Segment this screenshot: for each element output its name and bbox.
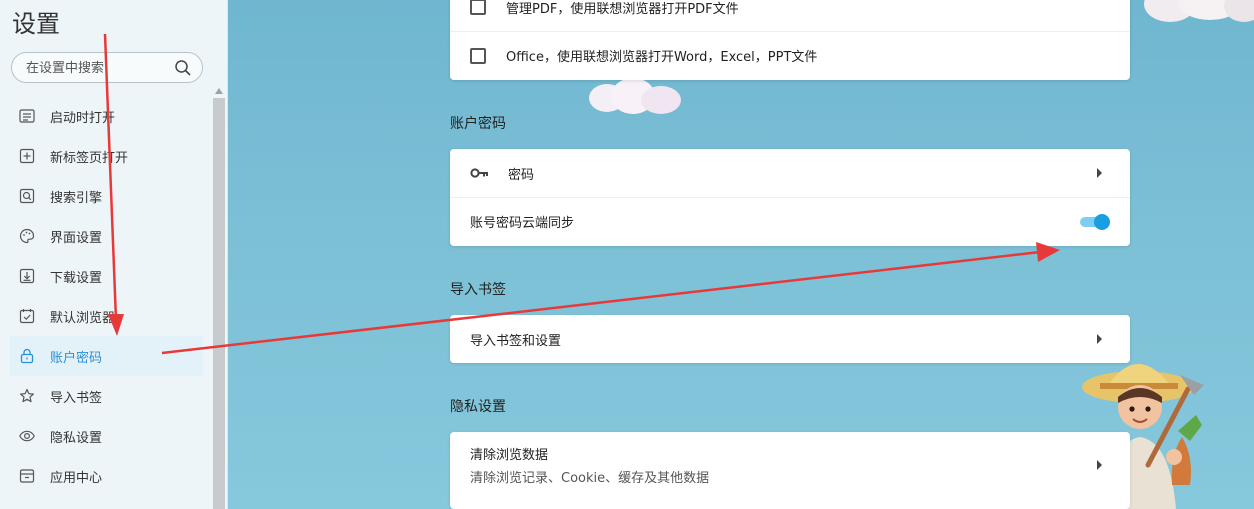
sidebar-item-new-tab[interactable]: 新标签页打开: [0, 136, 212, 176]
chevron-right-icon: [1097, 168, 1102, 178]
privacy-section-title: 隐私设置: [450, 399, 506, 415]
sidebar-item-label: 搜索引擎: [50, 190, 103, 206]
clear-data-description: 清除浏览记录、Cookie、缓存及其他数据: [470, 471, 710, 486]
sidebar-item-app-center[interactable]: 应用中心: [0, 456, 212, 496]
pdf-office-card: 管理PDF，使用联想浏览器打开PDF文件 Office，使用联想浏览器打开Wor…: [450, 0, 1130, 80]
star-icon: [19, 388, 34, 403]
key-icon: [470, 168, 488, 178]
bookmarks-section-title: 导入书签: [450, 282, 506, 298]
lock-icon: [20, 348, 34, 364]
settings-sidebar: 设置 启动时打开 新标签页打开: [0, 0, 228, 509]
bookmarks-card: 导入书签和设置: [450, 315, 1130, 363]
pdf-option-row[interactable]: 管理PDF，使用联想浏览器打开PDF文件: [450, 0, 1130, 31]
office-checkbox[interactable]: [470, 47, 486, 64]
settings-nav: 启动时打开 新标签页打开 搜索引擎 界面设置 下载设置 默认浏览器 账户密码 导…: [0, 96, 212, 496]
pdf-option-label: 管理PDF，使用联想浏览器打开PDF文件: [506, 1, 739, 17]
sidebar-item-search-engine[interactable]: 搜索引擎: [0, 176, 212, 216]
sidebar-item-label: 启动时打开: [50, 110, 116, 126]
search-icon[interactable]: [174, 59, 192, 77]
download-icon: [19, 268, 35, 284]
sidebar-item-import-bookmarks[interactable]: 导入书签: [0, 376, 212, 416]
sidebar-item-label: 账户密码: [50, 350, 103, 366]
settings-search-input[interactable]: [26, 59, 176, 77]
sidebar-item-startup[interactable]: 启动时打开: [0, 96, 212, 136]
sidebar-item-label: 隐私设置: [50, 430, 103, 446]
password-label: 密码: [508, 167, 535, 183]
import-bookmarks-label: 导入书签和设置: [470, 333, 562, 349]
new-tab-icon: [19, 148, 35, 164]
office-option-row[interactable]: Office，使用联想浏览器打开Word，Excel，PPT文件: [450, 31, 1130, 79]
chevron-right-icon: [1097, 460, 1102, 470]
scrollbar-thumb[interactable]: [213, 98, 225, 509]
cloud-decoration: [1144, 0, 1254, 22]
pdf-checkbox[interactable]: [470, 0, 486, 15]
password-row[interactable]: 密码: [450, 149, 1130, 197]
cloud-sync-label: 账号密码云端同步: [470, 216, 575, 231]
palette-icon: [19, 228, 35, 244]
sidebar-item-default-browser[interactable]: 默认浏览器: [0, 296, 212, 336]
sidebar-item-label: 界面设置: [50, 230, 103, 246]
sidebar-item-download[interactable]: 下载设置: [0, 256, 212, 296]
sidebar-item-label: 导入书签: [50, 390, 103, 406]
cloud-sync-row: 账号密码云端同步: [450, 197, 1130, 245]
clear-data-row[interactable]: 清除浏览数据 清除浏览记录、Cookie、缓存及其他数据: [450, 432, 1130, 498]
app-center-icon: [19, 469, 35, 483]
search-engine-icon: [19, 188, 35, 204]
sidebar-item-label: 新标签页打开: [50, 150, 129, 166]
office-option-label: Office，使用联想浏览器打开Word，Excel，PPT文件: [506, 50, 818, 65]
cloud-sync-toggle[interactable]: [1080, 213, 1110, 230]
sidebar-item-privacy[interactable]: 隐私设置: [0, 416, 212, 456]
default-browser-icon: [19, 309, 35, 324]
startup-icon: [19, 109, 35, 123]
settings-search-box[interactable]: [11, 52, 203, 83]
sidebar-item-label: 应用中心: [50, 470, 103, 486]
account-section-title: 账户密码: [450, 116, 506, 132]
chevron-right-icon: [1097, 334, 1102, 344]
sidebar-item-account-password[interactable]: 账户密码: [10, 336, 203, 376]
sidebar-item-label: 默认浏览器: [50, 310, 116, 326]
eye-icon: [19, 430, 35, 442]
sidebar-item-appearance[interactable]: 界面设置: [0, 216, 212, 256]
import-bookmarks-row[interactable]: 导入书签和设置: [450, 315, 1130, 363]
scroll-up-arrow-icon[interactable]: [215, 88, 223, 94]
sidebar-item-label: 下载设置: [50, 270, 103, 286]
settings-title: 设置: [12, 10, 60, 38]
sidebar-scrollbar[interactable]: [212, 84, 226, 509]
cloud-decoration: [589, 78, 681, 114]
account-card: 密码 账号密码云端同步: [450, 149, 1130, 246]
clear-data-label: 清除浏览数据: [470, 448, 549, 463]
privacy-card: 清除浏览数据 清除浏览记录、Cookie、缓存及其他数据: [450, 432, 1130, 509]
